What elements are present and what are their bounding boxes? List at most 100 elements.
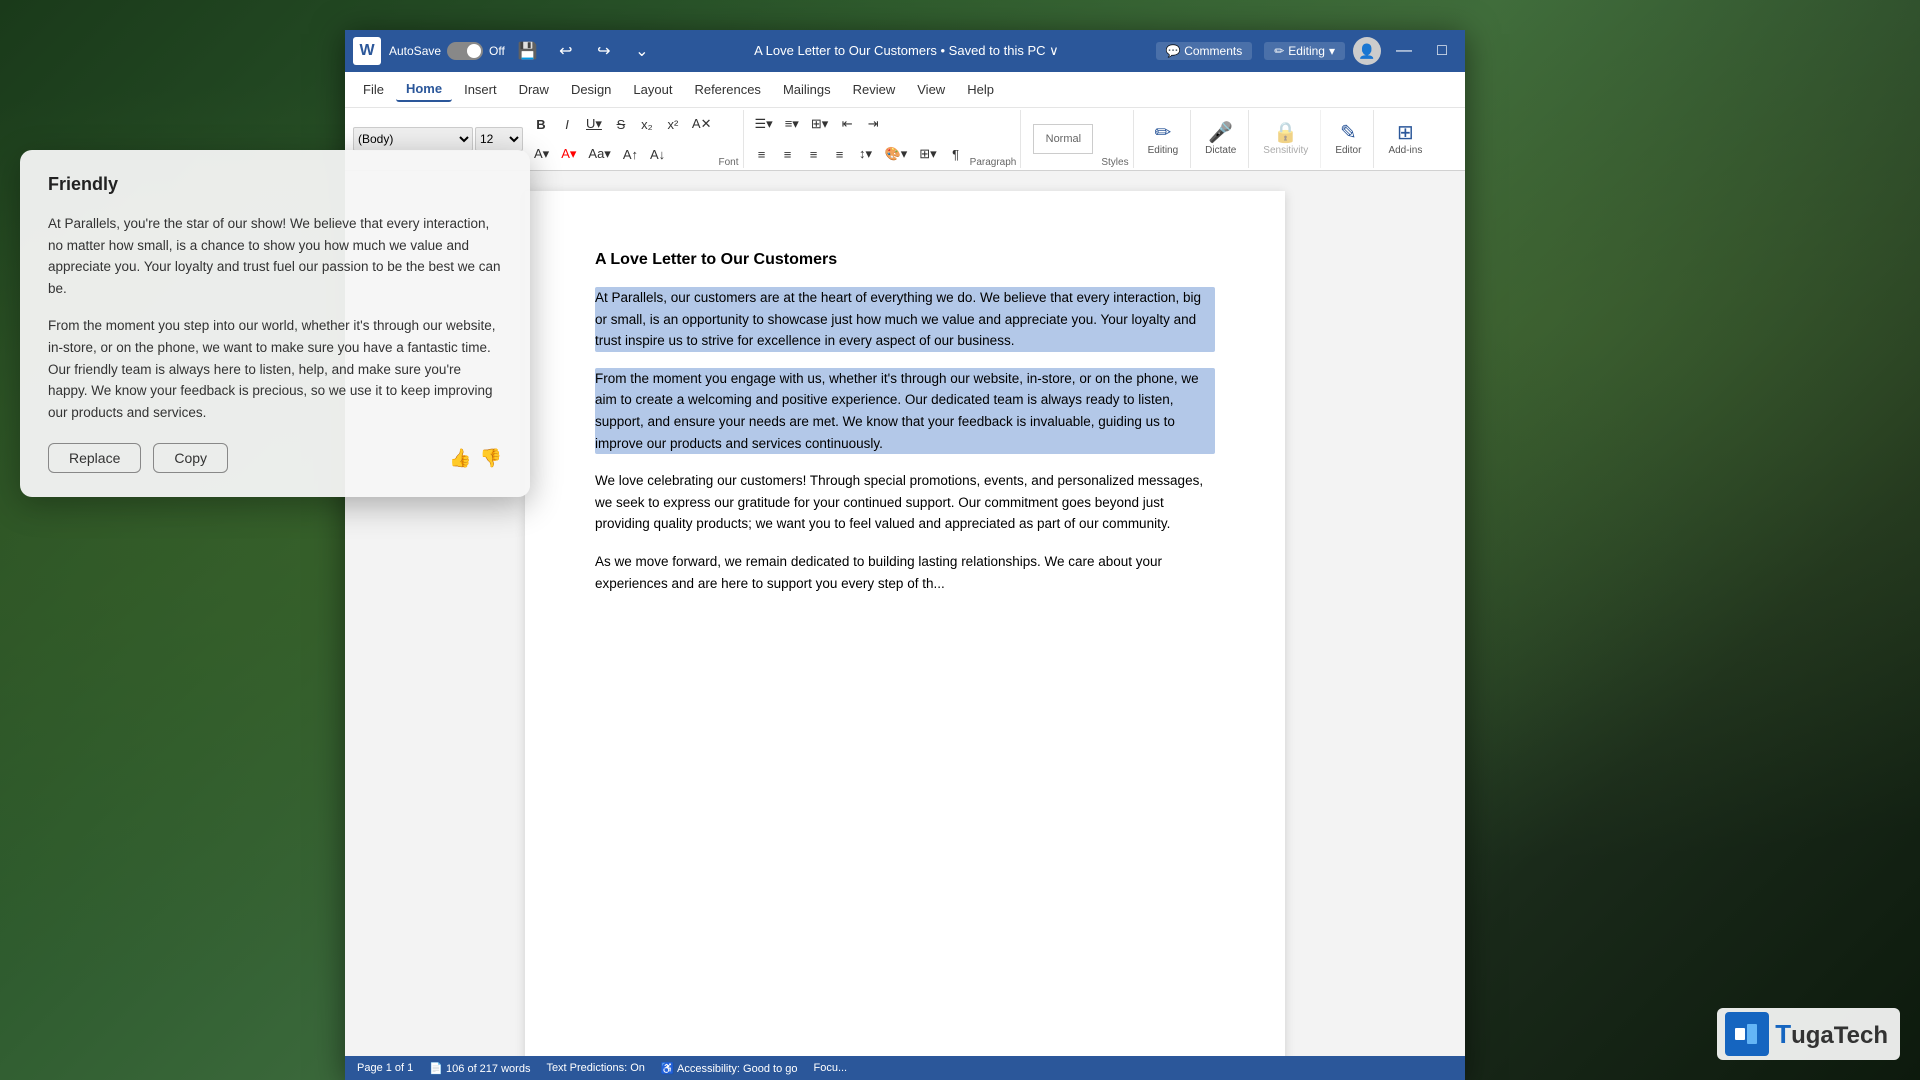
word-icon: W — [353, 37, 381, 65]
numbering-button[interactable]: ≡▾ — [780, 110, 804, 138]
toolbar-editor-group: ✎ Editor — [1323, 110, 1374, 168]
menu-design[interactable]: Design — [561, 78, 621, 101]
copy-button[interactable]: Copy — [153, 443, 228, 473]
ai-panel-actions: Replace Copy 👍 👎 — [48, 443, 502, 473]
font-color-button[interactable]: A▾ — [556, 140, 581, 168]
focus-mode: Focu... — [813, 1062, 847, 1074]
paragraph-2: From the moment you engage with us, whet… — [595, 368, 1215, 454]
microphone-icon: 🎤 — [1208, 123, 1233, 143]
autosave-toggle[interactable] — [447, 42, 483, 60]
shrink-font-button[interactable]: A↓ — [645, 140, 670, 168]
tuga-logo: TugaTech — [1717, 1008, 1900, 1060]
subscript-button[interactable]: x₂ — [635, 110, 659, 138]
increase-indent-button[interactable]: ⇥ — [861, 110, 885, 138]
paragraph-1: At Parallels, our customers are at the h… — [595, 287, 1215, 352]
bullets-button[interactable]: ☰▾ — [750, 110, 778, 138]
strikethrough-button[interactable]: S — [609, 110, 633, 138]
dictate-indicator[interactable]: 🎤 Dictate — [1197, 119, 1244, 160]
toolbar-addins-group: ⊞ Add-ins — [1376, 110, 1434, 168]
document-title: A Love Letter to Our Customers • Saved t… — [665, 43, 1148, 59]
menu-mailings[interactable]: Mailings — [773, 78, 841, 101]
thumbup-button[interactable]: 👍 — [449, 448, 471, 469]
editing-icon: ✏ — [1155, 123, 1172, 143]
styles-area: Normal — [1027, 122, 1099, 156]
customize-button[interactable]: ⌄ — [627, 37, 657, 65]
undo-button[interactable]: ↩ — [551, 37, 581, 65]
align-left-button[interactable]: ≡ — [750, 140, 774, 168]
menu-view[interactable]: View — [907, 78, 955, 101]
ai-panel-text-2: From the moment you step into our world,… — [48, 315, 502, 423]
tuga-t-letter: TugaTech — [1775, 1019, 1888, 1050]
bold-button[interactable]: B — [529, 110, 553, 138]
autosave-area: AutoSave Off — [389, 42, 505, 60]
word-count: 📄 106 of 217 words — [429, 1062, 530, 1075]
ai-panel-title: Friendly — [48, 174, 502, 195]
highlight-button[interactable]: A▾ — [529, 140, 554, 168]
menu-help[interactable]: Help — [957, 78, 1004, 101]
tuga-svg-icon — [1733, 1020, 1761, 1048]
editor-icon: ✎ — [1340, 123, 1357, 143]
align-right-button[interactable]: ≡ — [802, 140, 826, 168]
font-size-selector[interactable]: 12 — [475, 127, 523, 151]
menu-review[interactable]: Review — [843, 78, 906, 101]
toolbar-paragraph-group: ☰▾ ≡▾ ⊞▾ ⇤ ⇥ ≡ ≡ ≡ ≡ ↕▾ 🎨▾ ⊞▾ ¶ — [746, 110, 1022, 168]
show-paragraph-button[interactable]: ¶ — [944, 140, 968, 168]
menu-bar: File Home Insert Draw Design Layout Refe… — [345, 72, 1465, 108]
clear-format-button[interactable]: A✕ — [687, 110, 717, 138]
thumbdown-button[interactable]: 👎 — [480, 448, 502, 469]
menu-insert[interactable]: Insert — [454, 78, 507, 101]
editing-button[interactable]: ✏ Editing ▾ — [1264, 42, 1345, 60]
text-predictions: Text Predictions: On — [546, 1062, 644, 1074]
autosave-label: AutoSave — [389, 44, 441, 58]
tuga-icon — [1725, 1012, 1769, 1056]
menu-references[interactable]: References — [684, 78, 770, 101]
decrease-indent-button[interactable]: ⇤ — [835, 110, 859, 138]
editing-indicator: ✏ Editing — [1140, 119, 1187, 160]
font-case-button[interactable]: Aa▾ — [583, 140, 615, 168]
superscript-button[interactable]: x² — [661, 110, 685, 138]
menu-home[interactable]: Home — [396, 77, 452, 102]
paragraph-4: As we move forward, we remain dedicated … — [595, 551, 1215, 594]
tuga-brand: TugaTech — [1717, 1008, 1900, 1060]
ai-panel: Friendly At Parallels, you're the star o… — [20, 150, 530, 497]
page-info: Page 1 of 1 — [357, 1062, 413, 1074]
sensitivity-indicator[interactable]: 🔒 Sensitivity — [1255, 119, 1316, 160]
maximize-button[interactable]: □ — [1427, 37, 1457, 65]
font-selector[interactable]: (Body) — [353, 127, 473, 151]
menu-draw[interactable]: Draw — [509, 78, 559, 101]
toolbar-editing-group: ✏ Editing — [1136, 110, 1192, 168]
justify-button[interactable]: ≡ — [828, 140, 852, 168]
sensitivity-icon: 🔒 — [1273, 123, 1298, 143]
align-center-button[interactable]: ≡ — [776, 140, 800, 168]
title-bar: W AutoSave Off 💾 ↩ ↪ ⌄ A Love Letter to … — [345, 30, 1465, 72]
multilevel-button[interactable]: ⊞▾ — [806, 110, 833, 138]
user-avatar[interactable]: 👤 — [1353, 37, 1381, 65]
ai-thumbs: 👍 👎 — [449, 448, 502, 469]
addins-icon: ⊞ — [1397, 123, 1414, 143]
underline-button[interactable]: U▾ — [581, 110, 607, 138]
italic-button[interactable]: I — [555, 110, 579, 138]
toolbar-styles-group: Normal Styles — [1023, 110, 1133, 168]
editor-indicator[interactable]: ✎ Editor — [1327, 119, 1369, 160]
ai-panel-text-1: At Parallels, you're the star of our sho… — [48, 213, 502, 299]
menu-layout[interactable]: Layout — [623, 78, 682, 101]
menu-file[interactable]: File — [353, 78, 394, 101]
toolbar-icons: 💾 ↩ ↪ ⌄ — [513, 37, 657, 65]
autosave-state: Off — [489, 44, 505, 58]
grow-font-button[interactable]: A↑ — [618, 140, 643, 168]
styles-preview[interactable]: Normal — [1033, 124, 1093, 154]
shading-button[interactable]: 🎨▾ — [880, 140, 913, 168]
addins-indicator[interactable]: ⊞ Add-ins — [1380, 119, 1430, 160]
replace-button[interactable]: Replace — [48, 443, 141, 473]
paragraph-3: We love celebrating our customers! Throu… — [595, 470, 1215, 535]
minimize-button[interactable]: — — [1389, 37, 1419, 65]
toolbar-dictate-group: 🎤 Dictate — [1193, 110, 1249, 168]
save-button[interactable]: 💾 — [513, 37, 543, 65]
document-page: A Love Letter to Our Customers At Parall… — [525, 191, 1285, 1056]
borders-button[interactable]: ⊞▾ — [914, 140, 941, 168]
redo-button[interactable]: ↪ — [589, 37, 619, 65]
status-bar: Page 1 of 1 📄 106 of 217 words Text Pred… — [345, 1056, 1465, 1080]
document-title-text: A Love Letter to Our Customers — [595, 251, 1215, 269]
line-spacing-button[interactable]: ↕▾ — [854, 140, 878, 168]
comments-button[interactable]: 💬 Comments — [1156, 42, 1252, 60]
